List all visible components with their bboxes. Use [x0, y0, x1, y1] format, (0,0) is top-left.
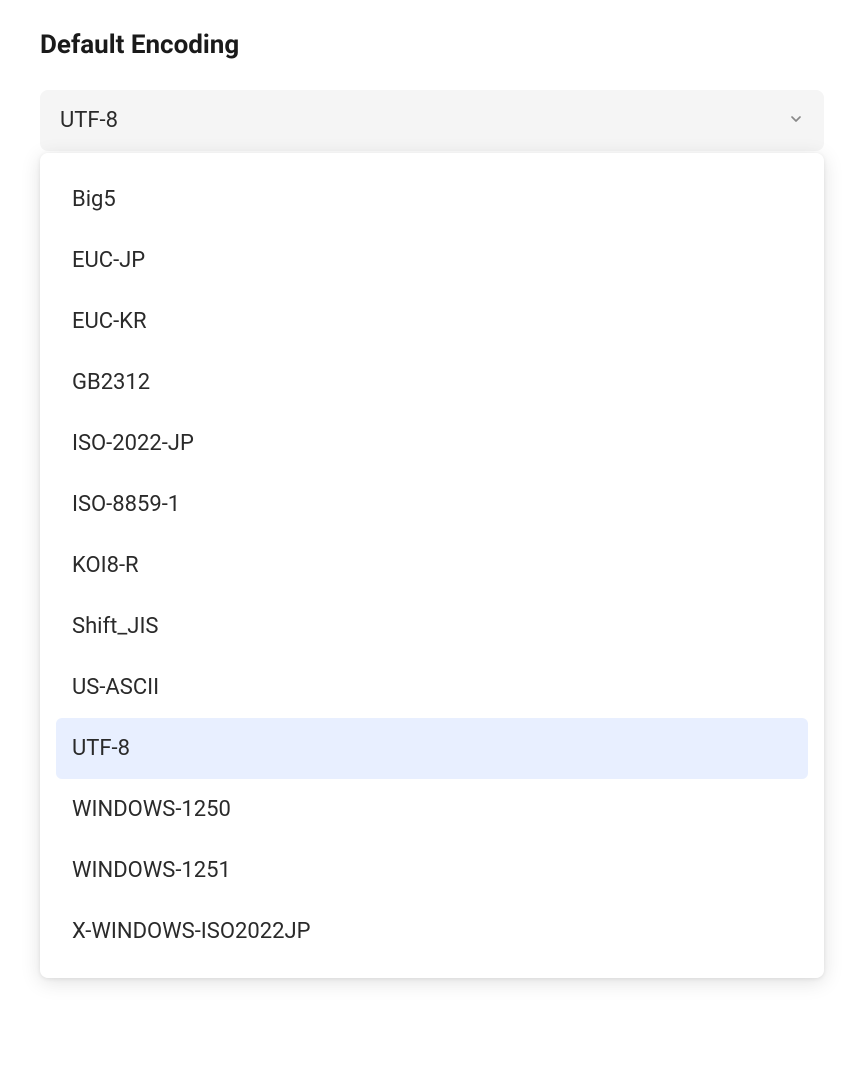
encoding-option[interactable]: EUC-JP [56, 230, 808, 291]
encoding-option[interactable]: GB2312 [56, 352, 808, 413]
chevron-down-icon [788, 108, 804, 133]
encoding-option[interactable]: WINDOWS-1250 [56, 779, 808, 840]
encoding-option[interactable]: Big5 [56, 169, 808, 230]
encoding-option[interactable]: KOI8-R [56, 535, 808, 596]
encoding-option[interactable]: US-ASCII [56, 657, 808, 718]
encoding-option[interactable]: ISO-2022-JP [56, 413, 808, 474]
encoding-select: UTF-8 Big5EUC-JPEUC-KRGB2312ISO-2022-JPI… [40, 90, 824, 151]
encoding-option[interactable]: WINDOWS-1251 [56, 840, 808, 901]
encoding-option[interactable]: Shift_JIS [56, 596, 808, 657]
encoding-selected-value: UTF-8 [60, 108, 118, 133]
encoding-select-trigger[interactable]: UTF-8 [40, 90, 824, 151]
encoding-dropdown-panel: Big5EUC-JPEUC-KRGB2312ISO-2022-JPISO-885… [40, 153, 824, 978]
default-encoding-label: Default Encoding [40, 30, 824, 60]
encoding-option[interactable]: X-WINDOWS-ISO2022JP [56, 901, 808, 962]
encoding-option[interactable]: UTF-8 [56, 718, 808, 779]
encoding-option[interactable]: ISO-8859-1 [56, 474, 808, 535]
encoding-option[interactable]: EUC-KR [56, 291, 808, 352]
